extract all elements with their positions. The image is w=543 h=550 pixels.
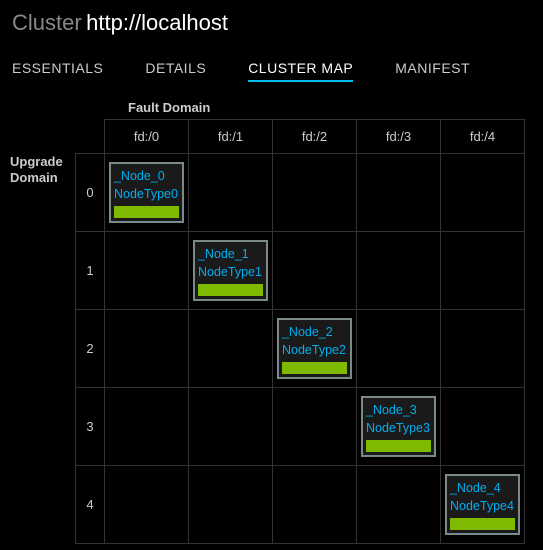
node-type: NodeType1 — [198, 264, 263, 282]
node-box[interactable]: _Node_2 NodeType2 — [277, 318, 352, 379]
grid-cell — [440, 154, 524, 232]
cluster-map-grid: Fault Domain fd:/0 fd:/1 fd:/2 fd:/3 fd:… — [0, 92, 543, 544]
node-health-bar — [282, 362, 347, 374]
grid-cell: _Node_3 NodeType3 — [356, 388, 440, 466]
fault-domain-col-4: fd:/4 — [440, 120, 524, 154]
grid-corner — [10, 120, 104, 154]
grid-cell — [188, 154, 272, 232]
node-type: NodeType0 — [114, 186, 179, 204]
page-header: Cluster http://localhost — [0, 0, 543, 44]
node-health-bar — [114, 206, 179, 218]
cluster-map-table: fd:/0 fd:/1 fd:/2 fd:/3 fd:/4 Upgrade Do… — [10, 119, 525, 544]
fault-domain-col-2: fd:/2 — [272, 120, 356, 154]
tab-cluster-map[interactable]: CLUSTER MAP — [248, 60, 353, 82]
tab-details[interactable]: DETAILS — [145, 60, 206, 82]
tab-bar: ESSENTIALS DETAILS CLUSTER MAP MANIFEST — [0, 44, 543, 92]
node-health-bar — [450, 518, 515, 530]
fault-domain-axis-label: Fault Domain — [10, 100, 525, 115]
node-health-bar — [198, 284, 263, 296]
upgrade-domain-row-3: 3 — [75, 388, 104, 466]
tab-essentials[interactable]: ESSENTIALS — [12, 60, 103, 82]
grid-cell — [356, 310, 440, 388]
grid-cell — [440, 310, 524, 388]
grid-cell — [104, 388, 188, 466]
fault-domain-col-1: fd:/1 — [188, 120, 272, 154]
fault-domain-col-0: fd:/0 — [104, 120, 188, 154]
cluster-url: http://localhost — [86, 10, 228, 35]
grid-cell — [272, 154, 356, 232]
grid-cell — [188, 388, 272, 466]
grid-cell: _Node_0 NodeType0 — [104, 154, 188, 232]
node-type: NodeType2 — [282, 342, 347, 360]
grid-cell — [272, 232, 356, 310]
upgrade-domain-row-2: 2 — [75, 310, 104, 388]
node-name: _Node_0 — [114, 168, 179, 186]
grid-cell — [272, 466, 356, 544]
grid-cell: _Node_4 NodeType4 — [440, 466, 524, 544]
grid-cell — [188, 466, 272, 544]
grid-cell — [104, 310, 188, 388]
grid-cell — [440, 388, 524, 466]
grid-cell — [356, 466, 440, 544]
fault-domain-col-3: fd:/3 — [356, 120, 440, 154]
grid-cell — [356, 154, 440, 232]
tab-manifest[interactable]: MANIFEST — [395, 60, 470, 82]
node-name: _Node_3 — [366, 402, 431, 420]
node-type: NodeType4 — [450, 498, 515, 516]
grid-cell — [188, 310, 272, 388]
grid-cell — [104, 232, 188, 310]
node-type: NodeType3 — [366, 420, 431, 438]
upgrade-domain-row-1: 1 — [75, 232, 104, 310]
grid-cell — [440, 232, 524, 310]
node-name: _Node_4 — [450, 480, 515, 498]
node-box[interactable]: _Node_0 NodeType0 — [109, 162, 184, 223]
grid-cell — [356, 232, 440, 310]
grid-cell — [272, 388, 356, 466]
node-health-bar — [366, 440, 431, 452]
grid-cell — [104, 466, 188, 544]
upgrade-domain-row-0: 0 — [75, 154, 104, 232]
grid-cell: _Node_2 NodeType2 — [272, 310, 356, 388]
node-box[interactable]: _Node_1 NodeType1 — [193, 240, 268, 301]
node-box[interactable]: _Node_4 NodeType4 — [445, 474, 520, 535]
upgrade-domain-axis-label: Upgrade Domain — [10, 154, 75, 544]
node-box[interactable]: _Node_3 NodeType3 — [361, 396, 436, 457]
page-title-prefix: Cluster — [12, 10, 82, 35]
upgrade-domain-row-4: 4 — [75, 466, 104, 544]
node-name: _Node_1 — [198, 246, 263, 264]
grid-cell: _Node_1 NodeType1 — [188, 232, 272, 310]
node-name: _Node_2 — [282, 324, 347, 342]
